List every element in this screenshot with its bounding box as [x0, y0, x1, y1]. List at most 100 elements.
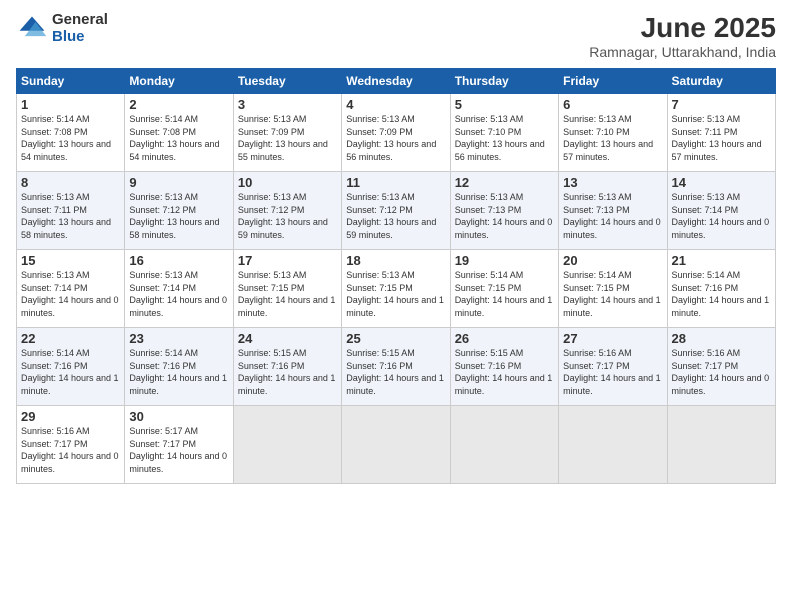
day-info: Sunrise: 5:17 AM Sunset: 7:17 PM Dayligh… [129, 425, 228, 475]
day-cell: 27 Sunrise: 5:16 AM Sunset: 7:17 PM Dayl… [559, 328, 667, 406]
weekday-header-row: SundayMondayTuesdayWednesdayThursdayFrid… [17, 69, 776, 94]
day-cell: 15 Sunrise: 5:13 AM Sunset: 7:14 PM Dayl… [17, 250, 125, 328]
day-cell: 7 Sunrise: 5:13 AM Sunset: 7:11 PM Dayli… [667, 94, 775, 172]
calendar-body: 1 Sunrise: 5:14 AM Sunset: 7:08 PM Dayli… [17, 94, 776, 484]
day-cell: 9 Sunrise: 5:13 AM Sunset: 7:12 PM Dayli… [125, 172, 233, 250]
day-number: 27 [563, 331, 662, 346]
day-cell [450, 406, 558, 484]
week-row-1: 1 Sunrise: 5:14 AM Sunset: 7:08 PM Dayli… [17, 94, 776, 172]
day-cell: 26 Sunrise: 5:15 AM Sunset: 7:16 PM Dayl… [450, 328, 558, 406]
day-info: Sunrise: 5:16 AM Sunset: 7:17 PM Dayligh… [563, 347, 662, 397]
day-number: 6 [563, 97, 662, 112]
day-info: Sunrise: 5:14 AM Sunset: 7:15 PM Dayligh… [455, 269, 554, 319]
header: General Blue June 2025 Ramnagar, Uttarak… [16, 12, 776, 60]
day-number: 2 [129, 97, 228, 112]
page: General Blue June 2025 Ramnagar, Uttarak… [0, 0, 792, 612]
day-cell: 3 Sunrise: 5:13 AM Sunset: 7:09 PM Dayli… [233, 94, 341, 172]
day-number: 28 [672, 331, 771, 346]
weekday-header-saturday: Saturday [667, 69, 775, 94]
day-number: 3 [238, 97, 337, 112]
day-info: Sunrise: 5:13 AM Sunset: 7:13 PM Dayligh… [455, 191, 554, 241]
weekday-header-thursday: Thursday [450, 69, 558, 94]
day-number: 18 [346, 253, 445, 268]
day-number: 24 [238, 331, 337, 346]
weekday-header-monday: Monday [125, 69, 233, 94]
day-number: 14 [672, 175, 771, 190]
day-number: 20 [563, 253, 662, 268]
day-cell: 10 Sunrise: 5:13 AM Sunset: 7:12 PM Dayl… [233, 172, 341, 250]
day-cell [667, 406, 775, 484]
day-info: Sunrise: 5:14 AM Sunset: 7:16 PM Dayligh… [129, 347, 228, 397]
day-number: 4 [346, 97, 445, 112]
day-number: 16 [129, 253, 228, 268]
day-info: Sunrise: 5:14 AM Sunset: 7:15 PM Dayligh… [563, 269, 662, 319]
location: Ramnagar, Uttarakhand, India [589, 44, 776, 60]
day-info: Sunrise: 5:13 AM Sunset: 7:10 PM Dayligh… [563, 113, 662, 163]
day-cell: 22 Sunrise: 5:14 AM Sunset: 7:16 PM Dayl… [17, 328, 125, 406]
day-cell: 28 Sunrise: 5:16 AM Sunset: 7:17 PM Dayl… [667, 328, 775, 406]
week-row-2: 8 Sunrise: 5:13 AM Sunset: 7:11 PM Dayli… [17, 172, 776, 250]
weekday-header-wednesday: Wednesday [342, 69, 450, 94]
day-info: Sunrise: 5:13 AM Sunset: 7:14 PM Dayligh… [129, 269, 228, 319]
day-info: Sunrise: 5:14 AM Sunset: 7:16 PM Dayligh… [21, 347, 120, 397]
day-number: 21 [672, 253, 771, 268]
day-cell: 1 Sunrise: 5:14 AM Sunset: 7:08 PM Dayli… [17, 94, 125, 172]
week-row-5: 29 Sunrise: 5:16 AM Sunset: 7:17 PM Dayl… [17, 406, 776, 484]
day-info: Sunrise: 5:14 AM Sunset: 7:08 PM Dayligh… [129, 113, 228, 163]
day-info: Sunrise: 5:13 AM Sunset: 7:14 PM Dayligh… [21, 269, 120, 319]
weekday-header-friday: Friday [559, 69, 667, 94]
day-cell: 16 Sunrise: 5:13 AM Sunset: 7:14 PM Dayl… [125, 250, 233, 328]
day-cell: 20 Sunrise: 5:14 AM Sunset: 7:15 PM Dayl… [559, 250, 667, 328]
day-number: 22 [21, 331, 120, 346]
day-cell: 2 Sunrise: 5:14 AM Sunset: 7:08 PM Dayli… [125, 94, 233, 172]
day-cell [342, 406, 450, 484]
day-number: 9 [129, 175, 228, 190]
weekday-header-tuesday: Tuesday [233, 69, 341, 94]
day-cell: 11 Sunrise: 5:13 AM Sunset: 7:12 PM Dayl… [342, 172, 450, 250]
day-cell: 17 Sunrise: 5:13 AM Sunset: 7:15 PM Dayl… [233, 250, 341, 328]
day-cell: 21 Sunrise: 5:14 AM Sunset: 7:16 PM Dayl… [667, 250, 775, 328]
day-info: Sunrise: 5:13 AM Sunset: 7:09 PM Dayligh… [238, 113, 337, 163]
day-cell [559, 406, 667, 484]
day-cell: 19 Sunrise: 5:14 AM Sunset: 7:15 PM Dayl… [450, 250, 558, 328]
day-info: Sunrise: 5:13 AM Sunset: 7:11 PM Dayligh… [21, 191, 120, 241]
day-number: 7 [672, 97, 771, 112]
week-row-4: 22 Sunrise: 5:14 AM Sunset: 7:16 PM Dayl… [17, 328, 776, 406]
day-info: Sunrise: 5:14 AM Sunset: 7:16 PM Dayligh… [672, 269, 771, 319]
logo-text: General Blue [52, 12, 108, 45]
logo: General Blue [16, 12, 108, 45]
day-info: Sunrise: 5:14 AM Sunset: 7:08 PM Dayligh… [21, 113, 120, 163]
day-cell: 13 Sunrise: 5:13 AM Sunset: 7:13 PM Dayl… [559, 172, 667, 250]
day-cell: 23 Sunrise: 5:14 AM Sunset: 7:16 PM Dayl… [125, 328, 233, 406]
day-cell: 5 Sunrise: 5:13 AM Sunset: 7:10 PM Dayli… [450, 94, 558, 172]
day-cell: 6 Sunrise: 5:13 AM Sunset: 7:10 PM Dayli… [559, 94, 667, 172]
day-info: Sunrise: 5:13 AM Sunset: 7:12 PM Dayligh… [238, 191, 337, 241]
day-info: Sunrise: 5:13 AM Sunset: 7:11 PM Dayligh… [672, 113, 771, 163]
day-info: Sunrise: 5:13 AM Sunset: 7:10 PM Dayligh… [455, 113, 554, 163]
day-number: 8 [21, 175, 120, 190]
day-info: Sunrise: 5:13 AM Sunset: 7:15 PM Dayligh… [238, 269, 337, 319]
day-cell: 14 Sunrise: 5:13 AM Sunset: 7:14 PM Dayl… [667, 172, 775, 250]
day-cell: 4 Sunrise: 5:13 AM Sunset: 7:09 PM Dayli… [342, 94, 450, 172]
day-cell [233, 406, 341, 484]
logo-general: General [52, 12, 108, 29]
day-info: Sunrise: 5:13 AM Sunset: 7:14 PM Dayligh… [672, 191, 771, 241]
day-info: Sunrise: 5:13 AM Sunset: 7:13 PM Dayligh… [563, 191, 662, 241]
day-info: Sunrise: 5:13 AM Sunset: 7:09 PM Dayligh… [346, 113, 445, 163]
day-number: 26 [455, 331, 554, 346]
day-cell: 24 Sunrise: 5:15 AM Sunset: 7:16 PM Dayl… [233, 328, 341, 406]
day-number: 25 [346, 331, 445, 346]
day-info: Sunrise: 5:13 AM Sunset: 7:12 PM Dayligh… [346, 191, 445, 241]
day-number: 10 [238, 175, 337, 190]
month-year: June 2025 [589, 12, 776, 44]
day-info: Sunrise: 5:16 AM Sunset: 7:17 PM Dayligh… [21, 425, 120, 475]
day-number: 5 [455, 97, 554, 112]
day-cell: 12 Sunrise: 5:13 AM Sunset: 7:13 PM Dayl… [450, 172, 558, 250]
day-cell: 29 Sunrise: 5:16 AM Sunset: 7:17 PM Dayl… [17, 406, 125, 484]
week-row-3: 15 Sunrise: 5:13 AM Sunset: 7:14 PM Dayl… [17, 250, 776, 328]
day-number: 12 [455, 175, 554, 190]
day-cell: 8 Sunrise: 5:13 AM Sunset: 7:11 PM Dayli… [17, 172, 125, 250]
day-info: Sunrise: 5:15 AM Sunset: 7:16 PM Dayligh… [238, 347, 337, 397]
day-info: Sunrise: 5:15 AM Sunset: 7:16 PM Dayligh… [346, 347, 445, 397]
calendar-table: SundayMondayTuesdayWednesdayThursdayFrid… [16, 68, 776, 484]
